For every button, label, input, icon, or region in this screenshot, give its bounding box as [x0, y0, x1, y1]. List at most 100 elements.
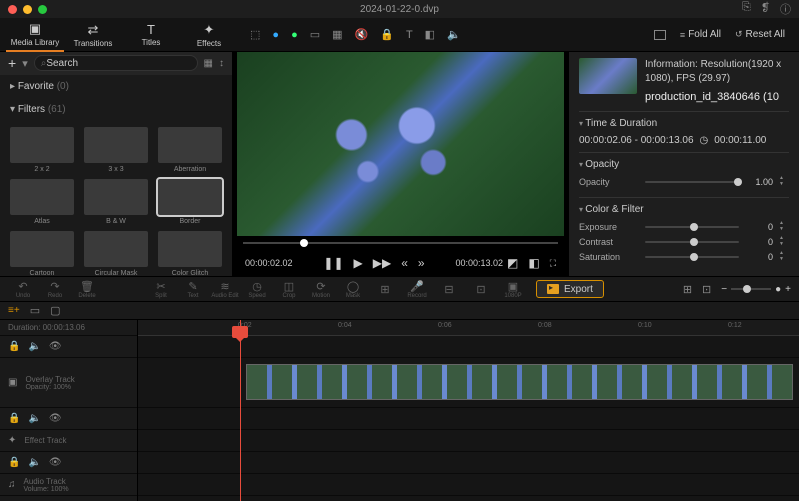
- lock-icon[interactable]: 🔒: [380, 28, 394, 41]
- filter-item[interactable]: Border: [156, 179, 224, 225]
- selection-icon[interactable]: ▦: [332, 28, 342, 41]
- tool-button[interactable]: ⊞: [370, 283, 400, 296]
- delete-button[interactable]: 🗑Delete: [72, 280, 102, 299]
- preview-viewport[interactable]: [237, 52, 564, 236]
- track-header[interactable]: 🔒🔈👁: [0, 452, 137, 474]
- saturation-slider[interactable]: [645, 256, 739, 258]
- contrast-slider[interactable]: [645, 241, 739, 243]
- timeline-clip[interactable]: [246, 364, 793, 400]
- clock-icon[interactable]: ◷: [700, 135, 709, 146]
- section-color-filter[interactable]: Color & Filter: [579, 204, 789, 215]
- filter-item[interactable]: 3 x 3: [82, 127, 150, 173]
- resolution-label[interactable]: ▣1080P: [498, 280, 528, 299]
- current-time: 00:00:02.02: [245, 258, 315, 268]
- record-button[interactable]: 🎤Record: [402, 280, 432, 299]
- track-tool2-icon[interactable]: ▢: [50, 304, 60, 317]
- mute-icon[interactable]: 🔇: [355, 28, 369, 41]
- mute-icon[interactable]: 🔈: [28, 341, 40, 352]
- split-button[interactable]: ✂Split: [146, 280, 176, 299]
- media-panel: + ▾ ⌕ Search ▦ ↕ ▸ Favorite (0) ▾ Filter…: [0, 52, 233, 276]
- pause-button[interactable]: ❚❚: [323, 256, 343, 270]
- dropdown-icon[interactable]: ▾: [22, 57, 28, 70]
- track-add-button[interactable]: ≡+: [8, 305, 20, 316]
- contrast-stepper[interactable]: ▲▼: [779, 236, 789, 247]
- play-button[interactable]: ▶: [354, 256, 363, 270]
- tab-transitions[interactable]: ⇄Transitions: [64, 18, 122, 52]
- transitions-icon: ⇄: [88, 22, 99, 38]
- saturation-stepper[interactable]: ▲▼: [779, 251, 789, 262]
- tab-effects[interactable]: ✦Effects: [180, 18, 238, 52]
- duration-label: Duration: 00:00:13.06: [8, 323, 85, 332]
- text-icon[interactable]: T: [406, 29, 413, 41]
- filter-item[interactable]: Cartoon: [8, 231, 76, 276]
- text-button[interactable]: ✎Text: [178, 280, 208, 299]
- play-forward-button[interactable]: ▶▶: [373, 256, 391, 270]
- exposure-slider[interactable]: [645, 226, 739, 228]
- fullscreen-button[interactable]: ⛶: [550, 258, 556, 269]
- tool2-button[interactable]: ⊡: [466, 283, 496, 296]
- track-header[interactable]: 🔒 🔈 👁: [0, 336, 137, 358]
- layers-button[interactable]: ◧: [528, 256, 539, 270]
- speed-button[interactable]: ◷Speed: [242, 280, 272, 299]
- crop-button[interactable]: ◫Crop: [274, 280, 304, 299]
- tab-media-library[interactable]: ▣Media Library: [6, 18, 64, 52]
- visibility-icon[interactable]: 👁: [49, 341, 62, 352]
- adjust-button[interactable]: ⊟: [434, 283, 464, 296]
- timeline-tracks[interactable]: 00:00:02.02 0:02 0:04 0:06 0:08 0:10 0:1…: [138, 320, 799, 501]
- opacity-slider[interactable]: [645, 181, 739, 183]
- mask-button[interactable]: ◯Mask: [338, 280, 368, 299]
- marker-green-icon[interactable]: ●: [291, 29, 298, 41]
- playhead[interactable]: [240, 320, 241, 501]
- audio-edit-button[interactable]: ≋Audio Edit: [210, 280, 240, 299]
- clip-thumbnail: [579, 58, 637, 94]
- redo-button[interactable]: ↷Redo: [40, 280, 70, 299]
- filter-item[interactable]: 2 x 2: [8, 127, 76, 173]
- filter-item[interactable]: Aberration: [156, 127, 224, 173]
- category-filters[interactable]: ▾ Filters (61): [0, 98, 232, 121]
- timeline-toolbar: ↶Undo ↷Redo 🗑Delete ✂Split ✎Text ≋Audio …: [0, 276, 799, 302]
- panel-toggle-icon[interactable]: [654, 30, 666, 40]
- marker-blue-icon[interactable]: ●: [272, 29, 279, 41]
- timeline-fit-icon[interactable]: ⊞: [683, 283, 692, 296]
- filter-item[interactable]: Circular Mask: [82, 231, 150, 276]
- clip-name: production_id_3840646 (10: [645, 90, 789, 105]
- opacity-stepper[interactable]: ▲▼: [779, 176, 789, 187]
- sort-icon[interactable]: ↕: [219, 58, 224, 69]
- step-forward-button[interactable]: »: [418, 256, 425, 270]
- track-header[interactable]: 🔒🔈👁: [0, 408, 137, 430]
- step-back-button[interactable]: «: [401, 256, 408, 270]
- effect-icon: ✦: [8, 435, 16, 446]
- section-opacity[interactable]: Opacity: [579, 159, 789, 170]
- snap-icon[interactable]: ⊡: [702, 283, 711, 296]
- snapshot-button[interactable]: ◩: [507, 256, 518, 270]
- filter-item[interactable]: Color Glitch: [156, 231, 224, 276]
- category-favorite[interactable]: ▸ Favorite (0): [0, 75, 232, 98]
- search-input[interactable]: ⌕ Search: [34, 55, 198, 71]
- track-tool-icon[interactable]: ▭: [30, 304, 40, 317]
- exposure-stepper[interactable]: ▲▼: [779, 221, 789, 232]
- grid-view-icon[interactable]: ▦: [204, 58, 213, 69]
- section-time-duration[interactable]: Time & Duration: [579, 118, 789, 129]
- track-overlay-header[interactable]: ▣Overlay TrackOpacity: 100%: [0, 358, 137, 408]
- filter-item[interactable]: B & W: [82, 179, 150, 225]
- reset-all-button[interactable]: ↺ Reset All: [735, 29, 785, 40]
- track-audio-header[interactable]: ♫Audio TrackVolume: 100%: [0, 474, 137, 496]
- title-bar: 2024-01-22-0.dvp ⎘ ❡ ⓘ: [0, 0, 799, 18]
- volume-icon[interactable]: 🔈: [447, 28, 461, 41]
- marker-out-icon[interactable]: ⬚: [250, 28, 260, 41]
- zoom-slider[interactable]: −●+: [721, 284, 791, 295]
- track-effect-header[interactable]: ✦Effect Track: [0, 430, 137, 452]
- tab-titles[interactable]: TTitles: [122, 18, 180, 52]
- media-icon: ▣: [29, 21, 41, 37]
- add-media-button[interactable]: +: [8, 55, 16, 71]
- fold-all-button[interactable]: ≡ Fold All: [680, 29, 721, 40]
- undo-button[interactable]: ↶Undo: [8, 280, 38, 299]
- preview-scrubber[interactable]: [237, 236, 564, 250]
- titles-icon: T: [147, 22, 155, 37]
- filter-item[interactable]: Atlas: [8, 179, 76, 225]
- align-icon[interactable]: ▭: [310, 28, 320, 41]
- highlight-icon[interactable]: ◧: [425, 28, 435, 41]
- motion-button[interactable]: ⟳Motion: [306, 280, 336, 299]
- lock-icon[interactable]: 🔒: [8, 341, 20, 352]
- export-button[interactable]: Export: [536, 280, 604, 298]
